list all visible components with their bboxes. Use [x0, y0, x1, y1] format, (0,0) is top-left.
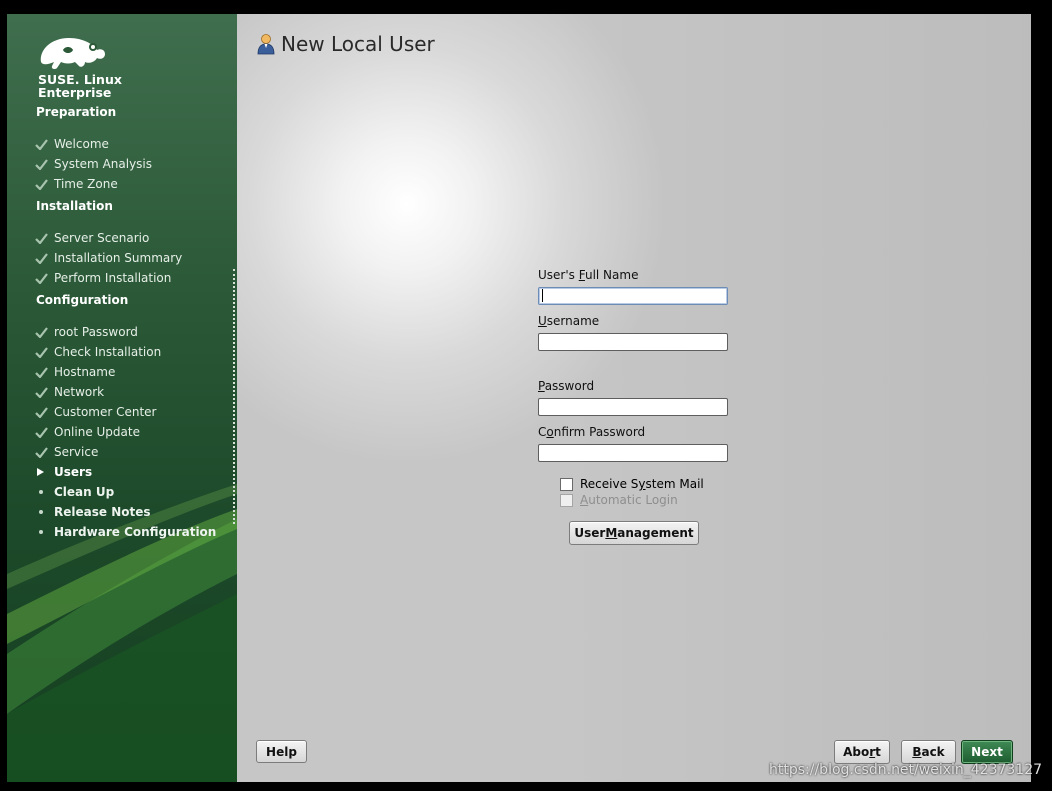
checkbox-box[interactable]	[560, 477, 573, 491]
text-caret	[542, 289, 543, 302]
password-input[interactable]	[538, 398, 728, 416]
check-icon	[35, 138, 53, 150]
full-name-label: User's Full Name	[538, 268, 639, 282]
step-system-analysis: System Analysis	[35, 155, 152, 173]
brand-text: SUSE. Linux Enterprise	[38, 72, 122, 100]
watermark-text: https://blog.csdn.net/weixin_42373127	[769, 762, 1043, 778]
step-customer-center: Customer Center	[35, 403, 157, 421]
automatic-login-label: Automatic Login	[580, 493, 678, 507]
sidebar: SUSE. Linux Enterprise Preparation Welco…	[7, 14, 237, 782]
bullet-icon	[35, 490, 53, 494]
section-configuration: Configuration	[36, 293, 129, 307]
next-button[interactable]: Next	[961, 740, 1013, 764]
check-icon	[35, 158, 53, 170]
step-service: Service	[35, 443, 98, 461]
check-icon	[35, 406, 53, 418]
confirm-password-input[interactable]	[538, 444, 728, 462]
step-time-zone: Time Zone	[35, 175, 118, 193]
step-check-installation: Check Installation	[35, 343, 161, 361]
step-online-update: Online Update	[35, 423, 140, 441]
current-step-arrow-icon	[35, 467, 53, 477]
section-installation: Installation	[36, 199, 113, 213]
check-icon	[35, 252, 53, 264]
step-network: Network	[35, 383, 104, 401]
check-icon	[35, 386, 53, 398]
page-header: New Local User	[257, 32, 435, 56]
back-button[interactable]: Back	[901, 740, 956, 764]
user-icon	[257, 34, 275, 55]
step-hostname: Hostname	[35, 363, 115, 381]
step-perform-installation: Perform Installation	[35, 269, 171, 287]
receive-system-mail-checkbox[interactable]: Receive System Mail	[560, 477, 704, 491]
step-installation-summary: Installation Summary	[35, 249, 182, 267]
step-users: Users	[35, 463, 92, 481]
installer-screen: SUSE. Linux Enterprise Preparation Welco…	[7, 14, 1031, 782]
check-icon	[35, 366, 53, 378]
help-button[interactable]: Help	[256, 740, 307, 763]
bullet-icon	[35, 510, 53, 514]
receive-system-mail-label: Receive System Mail	[580, 477, 704, 491]
checkbox-box	[560, 493, 573, 507]
check-icon	[35, 272, 53, 284]
full-name-input[interactable]	[538, 287, 728, 305]
check-icon	[35, 426, 53, 438]
confirm-password-label: Confirm Password	[538, 425, 646, 439]
suse-chameleon-logo-icon	[40, 38, 105, 70]
abort-button[interactable]: Abo r t	[834, 740, 890, 764]
username-input[interactable]	[538, 333, 728, 351]
username-label: Username	[538, 314, 600, 328]
check-icon	[35, 178, 53, 190]
step-clean-up: Clean Up	[35, 483, 114, 501]
step-server-scenario: Server Scenario	[35, 229, 149, 247]
check-icon	[35, 232, 53, 244]
page-title: New Local User	[281, 32, 435, 56]
step-welcome: Welcome	[35, 135, 109, 153]
password-label: Password	[538, 379, 595, 393]
check-icon	[35, 346, 53, 358]
check-icon	[35, 446, 53, 458]
user-management-button[interactable]: User Management	[569, 521, 699, 545]
sidebar-resize-handle[interactable]	[233, 269, 235, 524]
check-icon	[35, 326, 53, 338]
section-preparation: Preparation	[36, 105, 117, 119]
step-root-password: root Password	[35, 323, 138, 341]
step-hardware-configuration: Hardware Configuration	[35, 523, 216, 541]
step-release-notes: Release Notes	[35, 503, 151, 521]
automatic-login-checkbox: Automatic Login	[560, 493, 678, 507]
main-panel: New Local User User's Full Name Username…	[237, 14, 1031, 782]
bullet-icon	[35, 530, 53, 534]
